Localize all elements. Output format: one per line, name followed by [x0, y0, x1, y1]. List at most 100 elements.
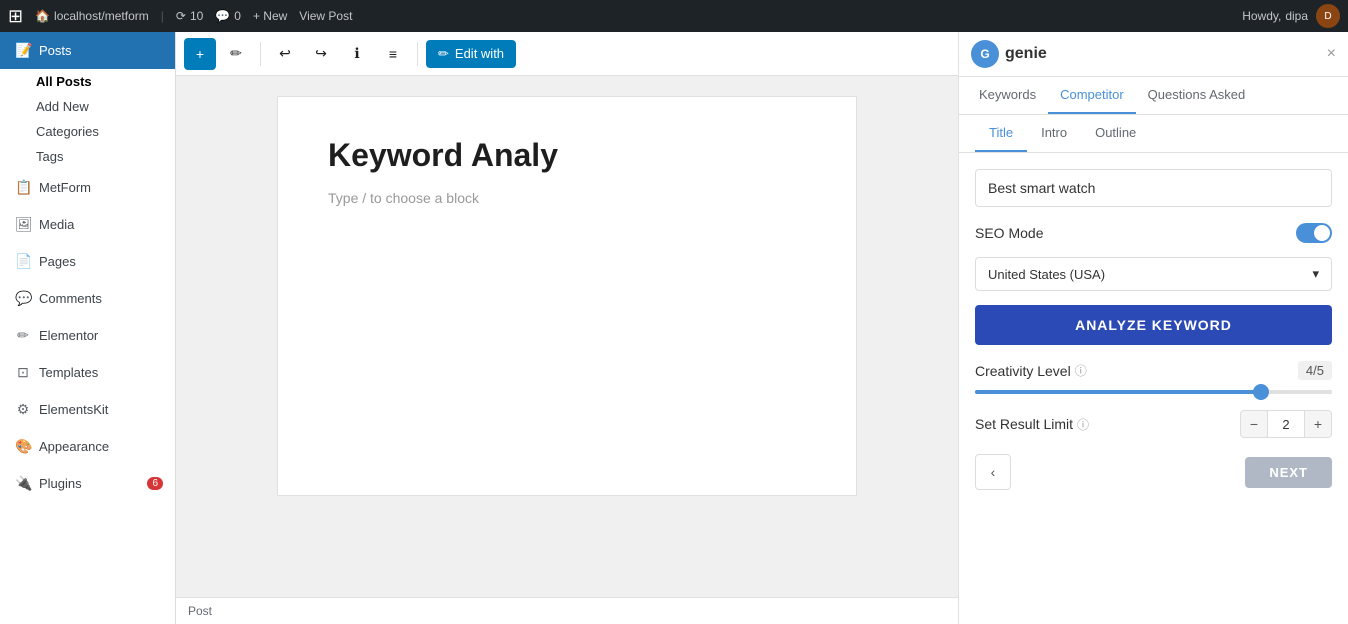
analyze-keyword-button[interactable]: ANALYZE KEYWORD: [975, 305, 1332, 345]
sidebar-item-comments[interactable]: 💬 Comments: [0, 280, 175, 317]
sidebar-sub-categories[interactable]: Categories: [28, 119, 175, 144]
seo-mode-toggle[interactable]: [1296, 223, 1332, 243]
tab-intro[interactable]: Intro: [1027, 115, 1081, 152]
genie-logo-icon: G: [971, 40, 999, 68]
editor-bottom-bar: Post: [176, 597, 958, 624]
pages-icon: 📄: [15, 253, 31, 270]
sidebar-item-appearance[interactable]: 🎨 Appearance: [0, 428, 175, 465]
home-icon: 🏠: [35, 9, 50, 23]
sidebar-item-plugins[interactable]: 🔌 Plugins 6: [0, 465, 175, 502]
sidebar-item-elementor[interactable]: ✏ Elementor: [0, 317, 175, 354]
toggle-thumb: [1314, 225, 1330, 241]
updates-count: 10: [190, 9, 203, 23]
sidebar-item-elementskit[interactable]: ⚙ ElementsKit: [0, 391, 175, 428]
undo-button[interactable]: ↩: [269, 38, 301, 70]
genie-logo-text: genie: [1005, 45, 1047, 63]
posts-icon: 📝: [15, 42, 31, 59]
sidebar-elementor-label: Elementor: [39, 328, 98, 343]
tab-keywords[interactable]: Keywords: [967, 77, 1048, 114]
creativity-header: Creativity Level ⓘ 4/5: [975, 361, 1332, 380]
next-button[interactable]: NEXT: [1245, 457, 1332, 488]
redo-button[interactable]: ↪: [305, 38, 337, 70]
panel-header: G genie ×: [959, 32, 1348, 77]
site-url[interactable]: localhost/metform: [54, 9, 149, 23]
appearance-icon: 🎨: [15, 438, 31, 455]
editor-post-title[interactable]: Keyword Analy: [328, 137, 806, 174]
elementskit-icon: ⚙: [15, 401, 31, 418]
templates-icon: ⊡: [15, 364, 31, 381]
plugins-icon: 🔌: [15, 475, 31, 492]
redo-icon: ↪: [315, 45, 327, 62]
result-limit-label: Set Result Limit ⓘ: [975, 416, 1089, 433]
elementor-icon: ✏: [15, 327, 31, 344]
result-limit-info-icon[interactable]: ⓘ: [1077, 416, 1089, 433]
sidebar-item-posts[interactable]: 📝 Posts: [0, 32, 175, 69]
sidebar-item-pages[interactable]: 📄 Pages: [0, 243, 175, 280]
list-view-button[interactable]: ≡: [377, 38, 409, 70]
admin-bar-view-post[interactable]: View Post: [299, 9, 352, 23]
sidebar-item-metform[interactable]: 📋 MetForm: [0, 169, 175, 206]
sidebar-sub-tags[interactable]: Tags: [28, 144, 175, 169]
comments-nav-icon: 💬: [15, 290, 31, 307]
creativity-info-icon[interactable]: ⓘ: [1075, 362, 1087, 379]
sidebar-appearance-label: Appearance: [39, 439, 109, 454]
panel-content-tabs: Title Intro Outline: [959, 115, 1348, 153]
sidebar-plugins-label: Plugins: [39, 476, 82, 491]
tab-questions[interactable]: Questions Asked: [1136, 77, 1258, 114]
sidebar-item-media[interactable]: 🖼 Media: [0, 206, 175, 243]
editor-post-type: Post: [188, 604, 212, 618]
panel-tabs: Keywords Competitor Questions Asked: [959, 77, 1348, 115]
comments-icon: 💬: [215, 9, 230, 23]
editor-content: Keyword Analy Type / to choose a block: [176, 76, 958, 597]
sidebar-item-templates[interactable]: ⊡ Templates: [0, 354, 175, 391]
tab-title[interactable]: Title: [975, 115, 1027, 152]
sidebar: 📝 Posts All Posts Add New Categories Tag…: [0, 32, 176, 624]
result-limit-value: 2: [1268, 410, 1304, 438]
panel-body: SEO Mode United States (USA) ▾ ANALYZE K…: [959, 153, 1348, 624]
sidebar-posts-label: Posts: [39, 43, 72, 58]
admin-bar-new[interactable]: + New: [253, 9, 287, 23]
metform-icon: 📋: [15, 179, 31, 196]
sidebar-sub-add-new[interactable]: Add New: [28, 94, 175, 119]
edit-with-button[interactable]: ✏ Edit with: [426, 40, 516, 68]
editor-placeholder[interactable]: Type / to choose a block: [328, 190, 806, 206]
add-block-button[interactable]: +: [184, 38, 216, 70]
creativity-slider-fill: [975, 390, 1261, 394]
seo-mode-label: SEO Mode: [975, 225, 1043, 241]
result-limit-decrease-button[interactable]: −: [1240, 410, 1268, 438]
pencil-icon: ✏: [230, 45, 242, 62]
sidebar-sub-all-posts[interactable]: All Posts: [28, 69, 175, 94]
list-icon: ≡: [389, 46, 397, 62]
back-button[interactable]: ‹: [975, 454, 1011, 490]
creativity-slider-thumb[interactable]: [1253, 384, 1269, 400]
country-select[interactable]: United States (USA) ▾: [975, 257, 1332, 291]
result-limit-increase-button[interactable]: +: [1304, 410, 1332, 438]
title-input[interactable]: [975, 169, 1332, 207]
editor-area: + ✏ ↩ ↪ ℹ ≡ ✏ Edit with: [176, 32, 958, 624]
chevron-down-icon: ▾: [1312, 266, 1319, 282]
admin-bar-site-icon[interactable]: 🏠 localhost/metform: [35, 9, 149, 23]
panel-close-button[interactable]: ×: [1327, 45, 1336, 63]
plugins-badge: 6: [147, 477, 163, 490]
editor-canvas[interactable]: Keyword Analy Type / to choose a block: [277, 96, 857, 496]
edit-with-label: Edit with: [455, 46, 504, 61]
tab-competitor[interactable]: Competitor: [1048, 77, 1136, 114]
edit-with-icon: ✏: [438, 46, 449, 62]
sidebar-elementskit-label: ElementsKit: [39, 402, 108, 417]
media-icon: 🖼: [15, 216, 31, 233]
editor-toolbar: + ✏ ↩ ↪ ℹ ≡ ✏ Edit with: [176, 32, 958, 76]
admin-bar-comments[interactable]: 💬 0: [215, 9, 241, 23]
sidebar-media-label: Media: [39, 217, 74, 232]
info-button[interactable]: ℹ: [341, 38, 373, 70]
tab-outline[interactable]: Outline: [1081, 115, 1150, 152]
info-icon: ℹ: [354, 45, 359, 62]
country-value: United States (USA): [988, 267, 1105, 282]
admin-bar-updates[interactable]: ⟳ 10: [176, 9, 203, 23]
edit-mode-button[interactable]: ✏: [220, 38, 252, 70]
creativity-slider-track[interactable]: [975, 390, 1332, 394]
plus-icon: +: [196, 46, 204, 62]
right-panel: G genie × Keywords Competitor Questions …: [958, 32, 1348, 624]
avatar[interactable]: D: [1316, 4, 1340, 28]
sidebar-metform-label: MetForm: [39, 180, 91, 195]
wp-logo-icon[interactable]: ⊞: [8, 6, 23, 27]
